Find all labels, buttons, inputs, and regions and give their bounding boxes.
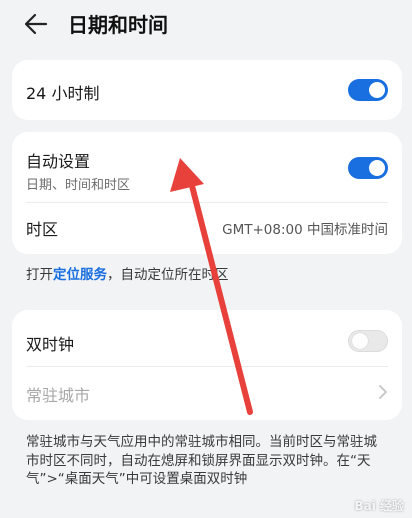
page-title: 日期和时间 xyxy=(68,13,168,37)
watermark: Bai 经验 xyxy=(354,499,404,513)
timezone-value[interactable]: GMT+08:00 中国标准时间 xyxy=(222,218,388,238)
label-resident-city[interactable]: 常驻城市 xyxy=(26,382,90,406)
label-timezone[interactable]: 时区 xyxy=(26,216,58,240)
card-24-hour: 24 小时制 xyxy=(12,60,402,120)
toggle-knob xyxy=(369,160,385,176)
app-header: 日期和时间 xyxy=(0,0,412,48)
divider xyxy=(26,366,388,367)
dual-clock-description: 常驻城市与天气应用中的常驻城市相同。当前时区与常驻城市时区不同时，自动在熄屏和锁… xyxy=(26,434,377,487)
toggle-24-hour[interactable] xyxy=(348,79,388,101)
toggle-knob xyxy=(352,333,368,349)
location-service-link[interactable]: 定位服务 xyxy=(53,267,107,283)
toggle-auto-set[interactable] xyxy=(348,157,388,179)
card-dual-clock: 双时钟 常驻城市 xyxy=(12,310,402,420)
toggle-dual-clock[interactable] xyxy=(348,330,388,352)
note-prefix: 打开 xyxy=(26,267,53,283)
back-arrow-icon[interactable] xyxy=(22,10,50,38)
note-suffix: ，自动定位所在时区 xyxy=(107,267,229,283)
label-dual-clock: 双时钟 xyxy=(26,335,75,354)
label-24-hour: 24 小时制 xyxy=(26,84,100,103)
toggle-knob xyxy=(369,82,385,98)
location-note: 打开定位服务，自动定位所在时区 xyxy=(26,266,229,284)
label-auto-set-sub: 日期、时间和时区 xyxy=(26,178,131,193)
divider xyxy=(26,202,388,203)
card-auto-set: 自动设置 日期、时间和时区 时区 GMT+08:00 中国标准时间 xyxy=(12,132,402,254)
label-auto-set: 自动设置 xyxy=(26,152,91,171)
chevron-right-icon[interactable] xyxy=(378,384,388,400)
